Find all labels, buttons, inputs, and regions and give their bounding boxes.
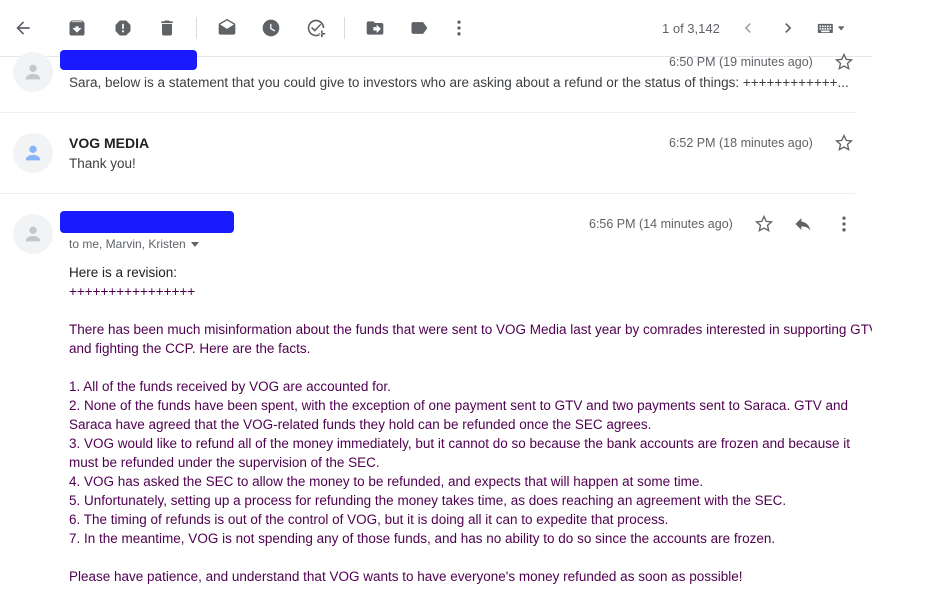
body-closing: Please have patience, and understand tha… xyxy=(69,569,743,584)
person-icon xyxy=(25,226,41,242)
person-icon xyxy=(25,145,41,161)
toolbar: 1 of 3,142 xyxy=(0,0,872,57)
body-separator: ++++++++++++++++ xyxy=(69,284,196,299)
recipients-dropdown[interactable]: to me, Marvin, Kristen xyxy=(69,237,199,251)
reply-icon xyxy=(795,218,811,231)
avatar xyxy=(13,133,53,173)
more-vertical-icon xyxy=(842,216,846,232)
more-options-button[interactable] xyxy=(834,214,854,234)
message-snippet[interactable]: Thank you! xyxy=(69,156,136,171)
chevron-right-icon xyxy=(785,23,792,33)
body-list-line: must be refunded under the supervision o… xyxy=(69,455,380,470)
arrow-left-icon xyxy=(16,21,30,35)
star-icon xyxy=(754,214,774,232)
body-list-line: 2. None of the funds have been spent, wi… xyxy=(69,398,848,413)
message-counter: 1 of 3,142 xyxy=(662,21,720,36)
message-divider xyxy=(0,112,855,113)
recipients-label: to me, Marvin, Kristen xyxy=(69,237,186,251)
toolbar-divider xyxy=(196,17,197,39)
message-time: 6:56 PM (14 minutes ago) xyxy=(589,217,733,231)
label-icon xyxy=(411,22,428,34)
message-snippet[interactable]: Sara, below is a statement that you coul… xyxy=(69,75,849,90)
caret-down-icon xyxy=(190,242,199,248)
star-button[interactable] xyxy=(754,214,774,234)
envelope-open-icon xyxy=(218,18,236,35)
older-button[interactable] xyxy=(736,16,760,40)
report-spam-icon xyxy=(115,20,131,36)
star-button[interactable] xyxy=(834,52,854,72)
message-divider xyxy=(0,193,855,194)
body-list-line: 3. VOG would like to refund all of the m… xyxy=(69,436,850,451)
toolbar-divider xyxy=(344,17,345,39)
sender-name[interactable]: VOG MEDIA xyxy=(69,135,149,151)
reply-button[interactable] xyxy=(793,214,813,234)
star-button[interactable] xyxy=(834,133,854,153)
snooze-button[interactable] xyxy=(259,16,283,40)
chevron-left-icon xyxy=(744,23,751,33)
body-list-line: 4. VOG has asked the SEC to allow the mo… xyxy=(69,474,704,489)
more-button[interactable] xyxy=(447,16,471,40)
mark-unread-button[interactable] xyxy=(215,16,239,40)
body-list-line: Saraca have agreed that the VOG-related … xyxy=(69,417,652,432)
more-vertical-icon xyxy=(457,20,461,36)
move-to-button[interactable] xyxy=(363,16,387,40)
newer-button[interactable] xyxy=(776,16,800,40)
body-paragraph-line: and fighting the CCP. Here are the facts… xyxy=(69,341,311,356)
avatar xyxy=(13,52,53,92)
clock-icon xyxy=(262,19,280,37)
add-task-button[interactable] xyxy=(304,16,328,40)
delete-button[interactable] xyxy=(155,16,179,40)
archive-button[interactable] xyxy=(65,16,89,40)
body-list-line: 6. The timing of refunds is out of the c… xyxy=(69,512,669,527)
label-button[interactable] xyxy=(407,16,431,40)
input-tools-button[interactable] xyxy=(812,16,852,40)
keyboard-icon xyxy=(817,23,845,33)
message-time: 6:50 PM (19 minutes ago) xyxy=(669,55,813,69)
right-margin xyxy=(872,0,933,611)
person-icon xyxy=(25,64,41,80)
star-icon xyxy=(834,52,854,70)
redacted-sender xyxy=(60,50,197,70)
report-spam-button[interactable] xyxy=(111,16,135,40)
avatar xyxy=(13,214,53,254)
body-list-line: 7. In the meantime, VOG is not spending … xyxy=(69,531,776,546)
back-button[interactable] xyxy=(11,16,35,40)
archive-icon xyxy=(69,20,85,36)
body-paragraph-line: There has been much misinformation about… xyxy=(69,322,878,337)
redacted-sender xyxy=(60,211,234,233)
body-intro: Here is a revision: xyxy=(69,265,178,280)
move-to-folder-icon xyxy=(366,21,384,35)
star-icon xyxy=(834,133,854,151)
message-time: 6:52 PM (18 minutes ago) xyxy=(669,136,813,150)
trash-icon xyxy=(161,20,173,36)
body-list-line: 1. All of the funds received by VOG are … xyxy=(69,379,391,394)
body-list-line: 5. Unfortunately, setting up a process f… xyxy=(69,493,787,508)
add-task-icon xyxy=(307,19,326,38)
